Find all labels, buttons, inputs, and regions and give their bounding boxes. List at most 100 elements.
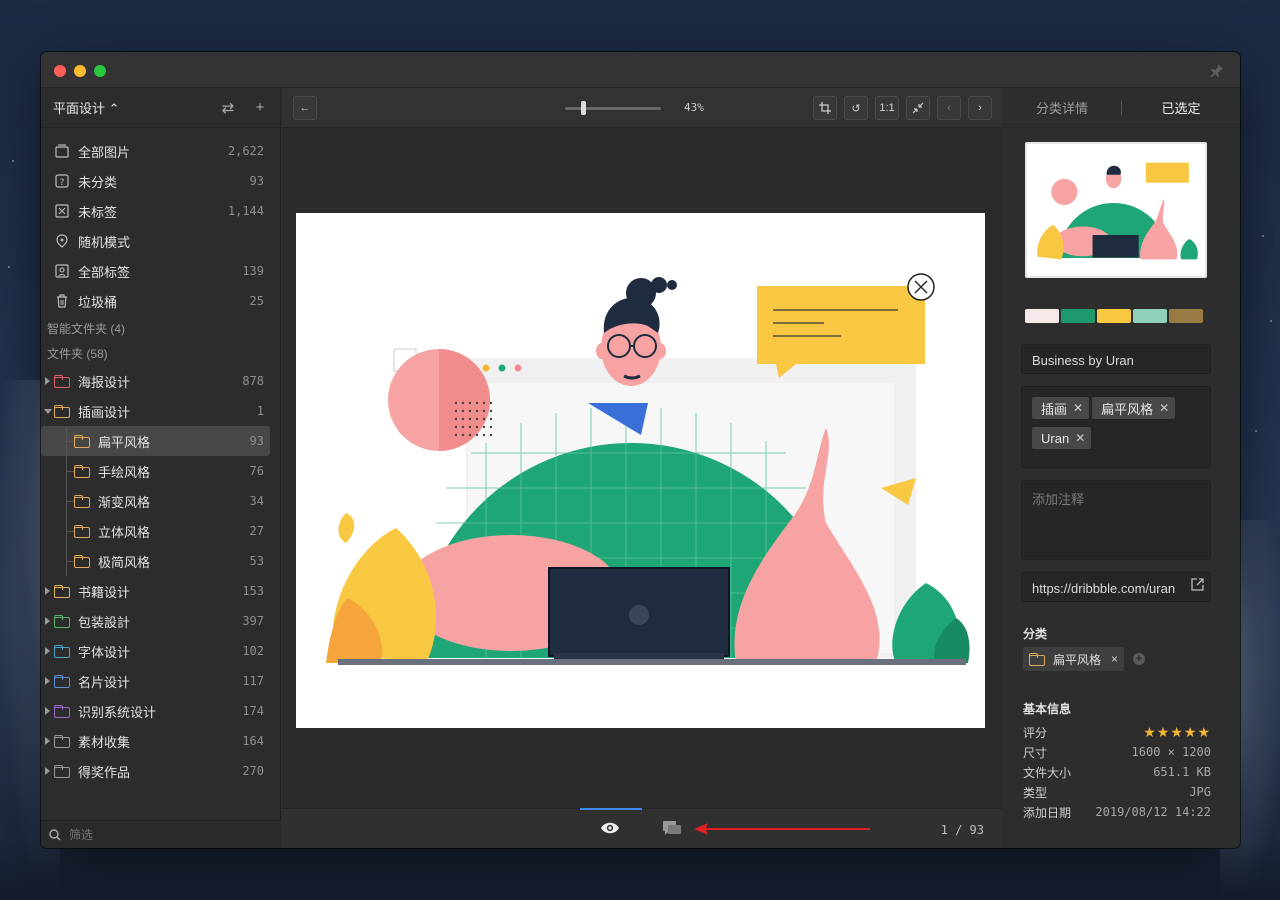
add-category-icon[interactable]: + [1133,653,1145,665]
crop-button[interactable] [813,96,837,120]
filter-bar[interactable]: 筛选 [41,820,281,848]
subfolder-item[interactable]: 扁平风格 93 [41,426,270,456]
actual-size-icon: 1:1 [879,102,895,114]
folder-item[interactable]: 插画设计 1 [41,396,280,426]
color-swatch[interactable] [1061,309,1095,323]
folder-item[interactable]: 字体设计 102 [41,636,280,666]
folders-header[interactable]: 文件夹 (58) [41,341,280,366]
rotate-button[interactable]: ↺ [844,96,868,120]
wallpaper-star [8,266,10,268]
caret-right-icon[interactable] [45,377,50,385]
caret-down-icon[interactable] [44,408,52,414]
pin-icon[interactable] [1210,63,1224,78]
sidebar-item[interactable]: 垃圾桶 25 [41,286,280,316]
info-key: 评分 [1023,725,1048,740]
folder-item[interactable]: 素材收集 164 [41,726,280,756]
previous-button[interactable]: ‹ [937,96,961,120]
back-button[interactable]: ← [293,96,317,120]
color-swatch[interactable] [1097,309,1131,323]
url-value[interactable]: https://dribbble.com/uran [1032,581,1175,596]
remove-tag-icon[interactable]: ✕ [1075,431,1085,445]
preview-image[interactable] [296,213,985,728]
note-placeholder[interactable]: 添加注释 [1032,492,1084,507]
subfolder-item[interactable]: 手绘风格 76 [41,456,280,486]
folder-item[interactable]: 包装設計 397 [41,606,280,636]
folder-item[interactable]: 书籍设计 153 [41,576,280,606]
info-row: 文件大小 651.1 KB [1023,762,1211,782]
eye-icon[interactable] [600,821,620,840]
subfolder-label: 立体风格 [98,524,151,540]
smart-folders-header[interactable]: 智能文件夹 (4) [41,316,280,341]
library-name[interactable]: 平面设计 ⌃ [53,98,120,117]
zoom-slider[interactable] [565,107,661,110]
filter-input[interactable]: 筛选 [69,826,93,843]
title-field[interactable]: Business by Uran [1021,344,1211,374]
zoom-level: 43% [684,101,704,114]
tab-selected[interactable]: 已选定 [1122,98,1240,117]
category-label: 分类 [1023,627,1048,641]
folder-item[interactable]: 得奖作品 270 [41,756,280,786]
subfolder-item[interactable]: 渐变风格 34 [41,486,280,516]
sidebar-item-label: 未分类 [78,174,118,190]
caret-right-icon[interactable] [45,587,50,595]
sidebar-item[interactable]: 全部图片 2,622 [41,136,280,166]
actual-size-button[interactable]: 1:1 [875,96,899,120]
folder-tree: 海报设计 878 插画设计 1 扁平风格 93 手绘风格 76 渐变风格 34 立体风格 27 极简风格… [41,366,280,786]
note-field[interactable]: 添加注释 [1021,480,1211,560]
zoom-slider-thumb[interactable] [581,101,587,115]
tag-chip[interactable]: Uran ✕ [1032,427,1092,449]
sidebar-item[interactable]: 随机模式 [41,226,280,256]
comments-icon[interactable] [663,821,681,842]
caret-right-icon[interactable] [45,767,50,775]
color-swatch[interactable] [1025,309,1059,323]
sidebar-item[interactable]: 未标签 1,144 [41,196,280,226]
tab-category-details[interactable]: 分类详情 [1003,98,1121,117]
title-bar [41,52,1240,88]
folder-label: 名片设计 [78,674,131,690]
caret-right-icon[interactable] [45,617,50,625]
folder-item[interactable]: 海报设计 878 [41,366,280,396]
remove-tag-icon[interactable]: ✕ [1073,401,1083,415]
folder-count: 878 [242,374,264,388]
tree-branch [66,441,74,442]
rating-stars[interactable]: ★★★★★ [1143,724,1211,741]
folder-item[interactable]: 名片设计 117 [41,666,280,696]
sidebar-item[interactable]: ? 未分类 93 [41,166,280,196]
library-switcher[interactable]: 平面设计 ⌃ ⇄ + [41,88,280,128]
color-palette [1025,309,1203,323]
subfolder-item[interactable]: 立体风格 27 [41,516,280,546]
color-swatch[interactable] [1169,309,1203,323]
zoom-window-button[interactable] [94,65,106,77]
tag-chip[interactable]: 扁平风格 ✕ [1092,397,1176,419]
info-key: 文件大小 [1023,765,1072,780]
close-window-button[interactable] [54,65,66,77]
caret-right-icon[interactable] [45,677,50,685]
next-button[interactable]: › [968,96,992,120]
category-chip[interactable]: 扁平风格 × [1023,647,1125,671]
basic-info-label: 基本信息 [1023,702,1072,716]
subfolder-count: 27 [249,524,264,538]
caret-right-icon[interactable] [45,707,50,715]
title-value[interactable]: Business by Uran [1032,353,1134,368]
info-value: 651.1 KB [1153,765,1211,779]
chevron-left-icon: ‹ [947,102,951,114]
fit-button[interactable] [906,96,930,120]
minimize-window-button[interactable] [74,65,86,77]
caret-right-icon[interactable] [45,647,50,655]
subfolder-item[interactable]: 极简风格 53 [41,546,280,576]
tag-chip[interactable]: 插画 ✕ [1032,397,1090,419]
all-images-icon [54,143,70,159]
sidebar-item[interactable]: 全部标签 139 [41,256,280,286]
tags-field[interactable]: 插画 ✕ 扁平风格 ✕ Uran ✕ [1021,386,1211,468]
open-link-icon[interactable] [1187,578,1204,594]
url-field[interactable]: https://dribbble.com/uran [1021,572,1211,602]
remove-category-icon[interactable]: × [1111,652,1118,666]
swap-icon[interactable]: ⇄ [220,99,236,117]
remove-tag-icon[interactable]: ✕ [1159,401,1169,415]
add-icon[interactable]: + [252,99,268,116]
folder-item[interactable]: 识别系统设计 174 [41,696,280,726]
caret-right-icon[interactable] [45,737,50,745]
info-value: 2019/08/12 14:22 [1095,805,1211,819]
sidebar-item-count: 2,622 [227,144,264,158]
color-swatch[interactable] [1133,309,1167,323]
